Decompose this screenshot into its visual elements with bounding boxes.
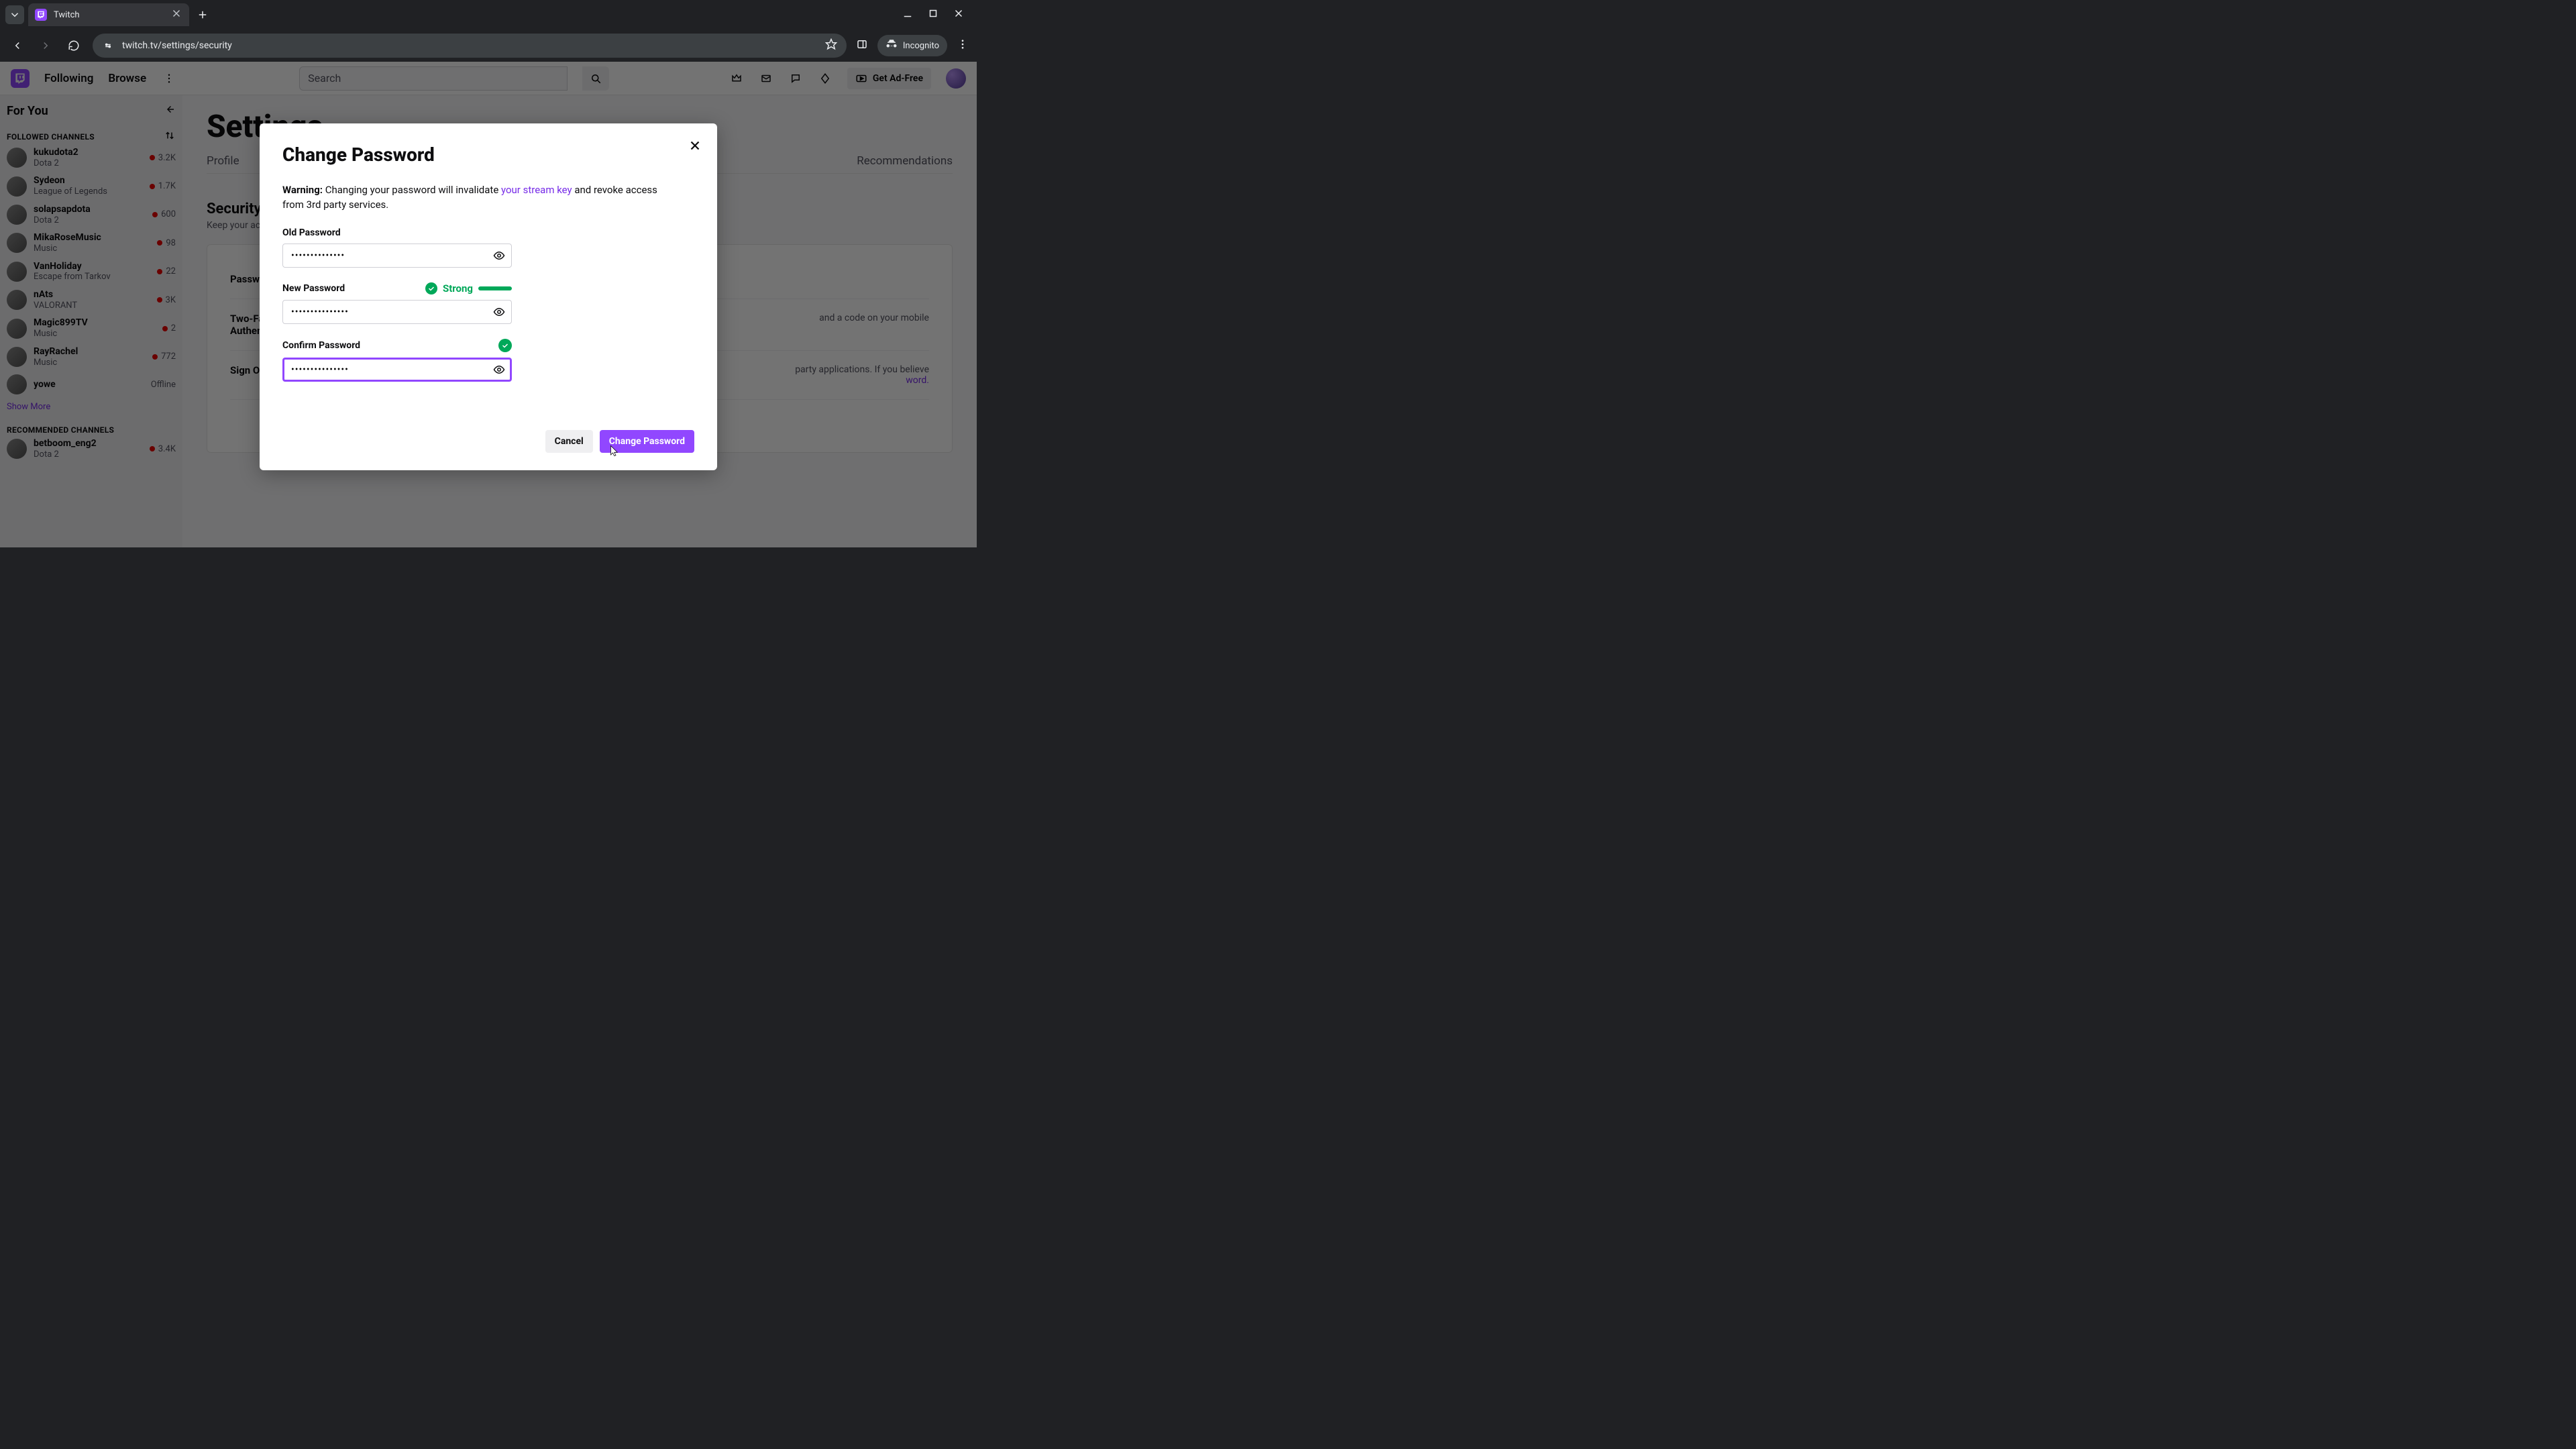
browser-toolbar: twitch.tv/settings/security Incognito (0, 30, 977, 62)
old-password-input[interactable] (282, 244, 512, 268)
twitch-favicon (35, 9, 47, 21)
tab-search-button[interactable] (5, 5, 24, 24)
toggle-new-password-icon[interactable] (492, 305, 506, 319)
forward-button[interactable] (36, 36, 55, 55)
old-password-label: Old Password (282, 227, 341, 238)
modal-close-button[interactable] (685, 136, 705, 156)
browser-tabstrip: Twitch (0, 0, 977, 30)
url-text: twitch.tv/settings/security (122, 40, 232, 51)
tab-title: Twitch (54, 10, 80, 20)
modal-title: Change Password (282, 144, 694, 166)
new-password-input[interactable] (282, 300, 512, 324)
confirm-match-icon (498, 339, 512, 352)
side-panel-icon[interactable] (856, 38, 868, 53)
browser-menu-icon[interactable] (957, 38, 969, 53)
address-bar[interactable]: twitch.tv/settings/security (93, 34, 847, 58)
change-password-modal: Change Password Warning: Changing your p… (260, 123, 717, 470)
window-minimize-icon[interactable] (902, 7, 914, 22)
new-password-label: New Password (282, 283, 345, 294)
new-tab-button[interactable] (193, 5, 212, 24)
stream-key-link[interactable]: your stream key (501, 184, 572, 196)
page-viewport: Following Browse Search Get Ad-Free (0, 62, 977, 547)
toggle-old-password-icon[interactable] (492, 248, 506, 263)
site-info-icon[interactable] (102, 40, 114, 52)
check-icon (425, 282, 437, 294)
change-password-button[interactable]: Change Password (600, 430, 694, 453)
window-maximize-icon[interactable] (927, 7, 939, 22)
reload-button[interactable] (64, 36, 83, 55)
browser-tab-active[interactable]: Twitch (28, 3, 189, 26)
toggle-confirm-password-icon[interactable] (492, 362, 506, 377)
incognito-icon (885, 38, 898, 53)
confirm-password-input[interactable] (282, 358, 512, 382)
confirm-password-label: Confirm Password (282, 340, 360, 351)
window-close-icon[interactable] (953, 7, 965, 22)
cancel-button[interactable]: Cancel (545, 430, 593, 453)
window-controls (902, 7, 971, 22)
modal-overlay[interactable]: Change Password Warning: Changing your p… (0, 62, 977, 547)
bookmark-icon[interactable] (825, 38, 837, 53)
back-button[interactable] (8, 36, 27, 55)
incognito-badge[interactable]: Incognito (877, 35, 947, 56)
modal-warning: Warning: Changing your password will inv… (282, 183, 678, 213)
password-strength-indicator: Strong (425, 282, 512, 294)
incognito-label: Incognito (903, 41, 939, 51)
tab-close-icon[interactable] (170, 7, 182, 22)
